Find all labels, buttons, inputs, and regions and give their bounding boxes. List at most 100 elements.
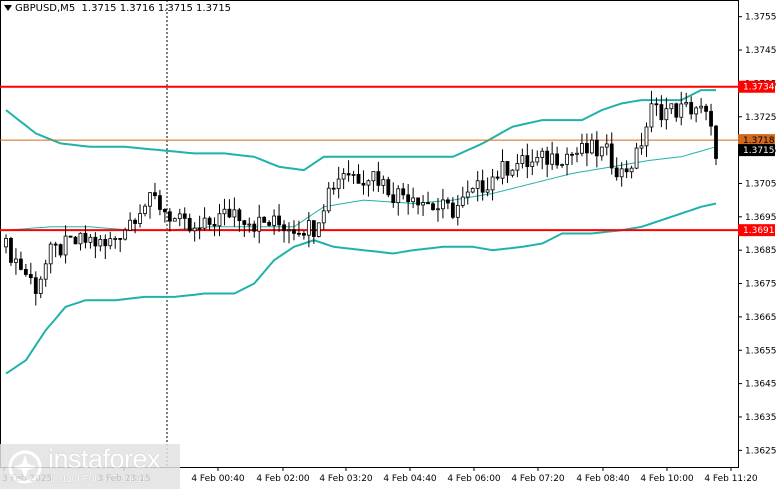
candle-body [436, 208, 440, 211]
candle-body [212, 224, 217, 227]
candle-body [575, 152, 579, 155]
y-tick-label: 1.3675 [745, 280, 777, 290]
candle-body [475, 180, 480, 189]
candle-body [302, 233, 306, 236]
candle-body [282, 224, 286, 232]
candle-body [227, 208, 232, 218]
candle-body [381, 179, 386, 186]
candle-body [689, 102, 694, 115]
candle-body [619, 168, 624, 178]
candle-body [133, 219, 137, 224]
candle-body [38, 278, 43, 294]
candle-body [609, 143, 614, 169]
candle-body [316, 222, 321, 237]
candle-body [455, 204, 460, 218]
candle-body [426, 202, 430, 205]
x-tick-label: 4 Feb 00:40 [191, 474, 245, 484]
candle [262, 216, 267, 223]
x-tick-label: 4 Feb 06:00 [447, 474, 501, 484]
candle-body [158, 195, 162, 210]
candle-body [664, 108, 669, 121]
candle-body [376, 171, 381, 186]
candle-body [416, 197, 420, 206]
candle-body [694, 107, 699, 115]
candle-body [252, 223, 257, 232]
dropdown-triangle-icon [4, 5, 12, 11]
x-tick-label: 4 Feb 02:00 [256, 474, 310, 484]
candle-body [93, 236, 98, 247]
symbol-label: GBPUSD,M5 [15, 3, 76, 14]
candle-body [431, 203, 435, 211]
candle-body [33, 277, 38, 294]
candle-body [366, 180, 371, 186]
candle-body [411, 197, 416, 203]
candle [470, 187, 475, 194]
candle-body [495, 176, 500, 179]
candle-body [505, 161, 510, 176]
candle-body [555, 153, 560, 166]
candle-body [530, 161, 535, 167]
candle [9, 236, 13, 266]
candle-body [460, 196, 465, 206]
candle-body [624, 168, 629, 173]
candle-body [659, 104, 664, 121]
candle-body [629, 167, 634, 173]
candle-body [68, 235, 73, 238]
candle-body [535, 157, 540, 163]
y-tick-label: 1.3625 [745, 446, 777, 456]
candle-body [292, 229, 296, 234]
candle-body [98, 239, 103, 247]
price-chart-svg: 1.37551.37451.37351.37251.37151.37051.36… [0, 0, 777, 484]
candle-body [490, 176, 495, 191]
candle-body [103, 239, 108, 247]
candle-body [306, 220, 311, 236]
candle-body [540, 150, 545, 158]
candle-body [172, 218, 177, 222]
candle-body [78, 232, 83, 245]
candle-body [401, 188, 406, 196]
candle-body [654, 103, 659, 106]
level-tag-label: 1.3691 [743, 226, 775, 236]
candle-body [614, 167, 619, 178]
candle-body [28, 274, 33, 279]
candle-body [570, 153, 574, 156]
candle [386, 176, 391, 198]
candle-body [63, 235, 68, 256]
candle-body [48, 243, 53, 265]
candle-body [217, 213, 222, 227]
candle-body [232, 209, 237, 218]
candle-body [18, 258, 23, 270]
candle-body [351, 174, 356, 176]
candle-body [138, 213, 142, 224]
candle-body [634, 147, 639, 169]
candle-body [391, 194, 396, 203]
candle-body [679, 103, 684, 118]
y-tick-label: 1.3665 [745, 313, 777, 323]
candle-body [525, 155, 530, 167]
candle-body [470, 188, 475, 193]
candle-body [361, 182, 366, 186]
candle-body [341, 173, 346, 180]
candle-body [465, 191, 470, 198]
plot-area [0, 0, 739, 468]
x-tick-label: 4 Feb 07:20 [511, 474, 565, 484]
candle-body [207, 217, 212, 225]
candle-body [585, 143, 589, 154]
watermark: instaforex Instant Forex Trading [0, 444, 180, 489]
candle [73, 236, 78, 245]
x-tick-label: 4 Feb 03:20 [319, 474, 373, 484]
candle-body [108, 238, 113, 247]
x-tick-label: 4 Feb 11:20 [704, 474, 758, 484]
y-tick-label: 1.3725 [745, 113, 777, 123]
candle-body [639, 145, 644, 149]
candle-body [167, 211, 172, 222]
candle-body [53, 243, 58, 246]
candle-body [580, 143, 584, 154]
candle-body [187, 218, 192, 232]
candle-body [336, 178, 341, 190]
candle-body [14, 258, 18, 263]
candle-body [321, 210, 326, 224]
y-tick-label: 1.3655 [745, 346, 777, 356]
chart-title: GBPUSD,M5 1.3715 1.3716 1.3715 1.3715 [4, 3, 231, 14]
candle-body [406, 194, 411, 203]
